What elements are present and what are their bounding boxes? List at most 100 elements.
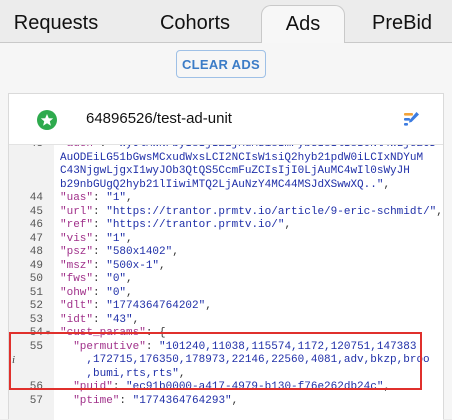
json-key: "puid" (73, 381, 113, 393)
json-punctuation: : (93, 246, 107, 258)
json-punctuation: : (93, 205, 107, 218)
json-value: C43NjgwLjgxI1wyJOb3QtQS5CcmFuZCIsIjI0LjA… (60, 165, 410, 177)
code-line: 50 "fws": "0", (9, 273, 443, 287)
code-text: "url": "https://trantor.prmtv.io/article… (60, 206, 443, 220)
code-line: 53 "idt": "43", (9, 314, 443, 328)
line-number: 46 (29, 219, 43, 231)
json-value: "1774364764202" (106, 300, 206, 312)
code-text: C43NjgwLjgxI1wyJOb3QtQS5CcmFuZCIsIjI0LjA… (60, 165, 410, 179)
json-value: ,172715,176350,178973,22146,22560,4081,a… (60, 354, 430, 366)
code-line: 54 ▾ "cust_params": { (9, 327, 443, 341)
info-icon[interactable]: i (12, 354, 15, 368)
json-punctuation: , (284, 219, 292, 231)
code-text: "permutive": "101240,11038,115574,1172,1… (60, 341, 416, 355)
code-text: "uas": "1", (60, 192, 133, 206)
code-text: "psz": "580x1402", (60, 246, 179, 260)
json-key: "adch" (60, 145, 100, 150)
code-line: i ,172715,176350,178973,22146,22560,4081… (9, 354, 443, 368)
json-value: AuODEiLG51bGwsMCxudWxsLCI2NCIsW1siQ2hyb2… (60, 151, 424, 164)
json-punctuation: , (383, 381, 391, 393)
fold-toggle-icon[interactable]: ▾ (46, 327, 50, 341)
json-key: "msz" (60, 259, 94, 272)
json-value: "101240,11038,115574,1172,120751,147383 (159, 340, 417, 353)
pencil-icon[interactable] (401, 109, 421, 129)
json-punctuation: : (93, 313, 107, 326)
json-punctuation: : (93, 300, 107, 312)
code-text: "idt": "43", (60, 314, 139, 328)
tab-prebid[interactable]: PreBid (352, 5, 452, 43)
code-text: ,172715,176350,178973,22146,22560,4081,a… (60, 354, 430, 368)
json-key: "vis" (60, 232, 94, 245)
json-punctuation: , (205, 300, 212, 312)
json-punctuation: : (100, 145, 113, 150)
json-punctuation: : (145, 340, 160, 353)
code-text: ,bumi,rts,rts", (60, 368, 185, 382)
json-punctuation: , (383, 178, 391, 191)
code-text: "ptime": "1774364764293", (60, 395, 238, 409)
json-key: "psz" (60, 246, 94, 258)
clear-ads-button[interactable]: CLEAR ADS (176, 50, 266, 78)
json-key: "ptime" (73, 394, 120, 407)
json-value: "1" (106, 232, 127, 245)
json-punctuation: , (126, 232, 133, 245)
json-punctuation: : (93, 219, 107, 231)
code-text: b29nbGUgQ2hyb21lIiwiMTQ2LjAuNzY4MC44MSJd… (60, 179, 390, 193)
star-icon (37, 110, 57, 130)
line-number: 54 (29, 327, 43, 339)
code-text: "dlt": "1774364764202", (60, 300, 212, 314)
code-line: b29nbGUgQ2hyb21lIiwiMTQ2LjAuNzY4MC44MSJd… (9, 179, 443, 193)
code-line: 51 "ohw": "0", (9, 287, 443, 301)
json-punctuation (60, 395, 73, 407)
code-line: 56 "puid": "ec91b0000-a417-4979-b130-f76… (9, 381, 443, 395)
code-text: "cust_params": { (60, 327, 166, 341)
code-text: "vis": "1", (60, 233, 133, 247)
json-punctuation: : (93, 273, 107, 285)
json-key: "ohw" (60, 286, 94, 299)
json-value: "0" (106, 273, 127, 285)
line-number: 51 (29, 286, 43, 299)
line-number: 57 (29, 394, 43, 407)
code-line: 57 "ptime": "1774364764293", (9, 395, 443, 409)
line-number: 49 (29, 259, 43, 272)
code-line: 49 "msz": "500x-1", (9, 260, 443, 274)
code-text: "msz": "500x-1", (60, 260, 166, 274)
json-value: "https://trantor.prmtv.io/article/9-eric… (106, 205, 437, 218)
line-number: 47 (29, 232, 43, 245)
code-text: "ohw": "0", (60, 287, 133, 301)
json-punctuation: , (126, 286, 133, 299)
json-punctuation: , (172, 246, 179, 258)
json-key: "cust_params" (60, 327, 146, 339)
line-number: 50 (29, 273, 43, 285)
json-value: "ec91b0000-a417-4979-b130-f76e262db24c" (126, 381, 384, 393)
json-value: "580x1402" (106, 246, 173, 258)
json-key: "dlt" (60, 300, 94, 312)
ad-unit-title: 64896526/test-ad-unit (86, 110, 232, 127)
json-punctuation: : (93, 286, 107, 299)
json-code-view[interactable]: 43"adch": "WyJlMWNFbyIsIjI2LjMuMS1sImFyb… (9, 145, 443, 420)
json-punctuation: : (93, 259, 107, 272)
code-line: 46 "ref": "https://trantor.prmtv.io/", (9, 219, 443, 233)
tab-ads[interactable]: Ads (261, 5, 345, 45)
json-punctuation: : { (145, 327, 166, 339)
code-text: "puid": "ec91b0000-a417-4979-b130-f76e26… (60, 381, 390, 395)
json-punctuation: , (126, 273, 133, 285)
json-punctuation (60, 341, 73, 353)
line-number: 53 (29, 313, 43, 326)
json-punctuation: , (132, 313, 140, 326)
json-punctuation: , (159, 259, 166, 272)
json-value: b29nbGUgQ2hyb21lIiwiMTQ2LjAuNzY4MC44MSJd… (60, 178, 384, 191)
json-punctuation: : (93, 192, 107, 204)
json-punctuation: , (178, 367, 186, 380)
code-line: AuODEiLG51bGwsMCxudWxsLCI2NCIsW1siQ2hyb2… (9, 152, 443, 166)
code-line: 47 "vis": "1", (9, 233, 443, 247)
line-number: 55 (29, 340, 43, 353)
tab-requests[interactable]: Requests (0, 5, 112, 43)
ad-unit-card: 64896526/test-ad-unit 43"adch": "WyJlMWN… (8, 93, 444, 420)
json-value: "500x-1" (106, 259, 160, 272)
ad-unit-header[interactable]: 64896526/test-ad-unit (9, 94, 443, 145)
tab-bar: Requests Cohorts Ads PreBid (0, 0, 452, 45)
tab-cohorts[interactable]: Cohorts (140, 5, 250, 43)
json-key: "uas" (60, 192, 94, 204)
json-punctuation: , (231, 394, 239, 407)
json-value: "https://trantor.prmtv.io/" (106, 219, 285, 231)
